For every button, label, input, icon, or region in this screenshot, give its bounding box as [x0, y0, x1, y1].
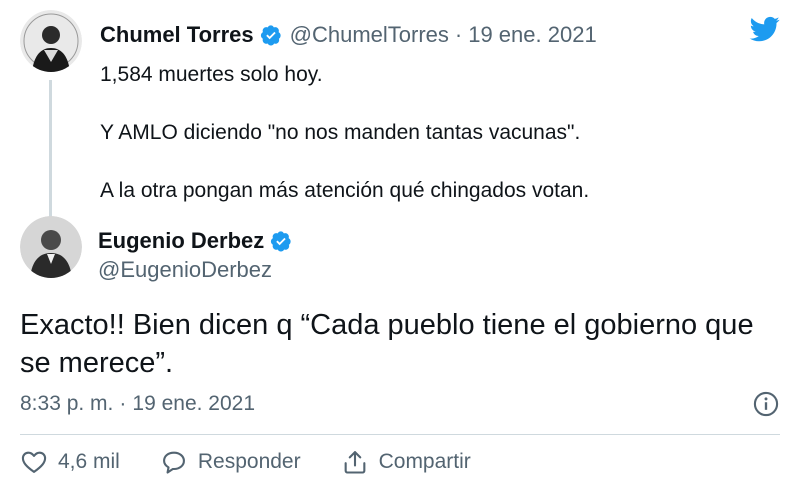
- avatar[interactable]: [20, 216, 82, 278]
- reply-label: Responder: [197, 450, 301, 473]
- reply-tweet-header: Eugenio Derbez: [98, 228, 292, 254]
- speech-bubble-icon: [162, 451, 185, 474]
- tweet-date[interactable]: 19 ene. 2021: [132, 392, 255, 416]
- tweet-date[interactable]: 19 ene. 2021: [468, 22, 596, 48]
- tweet-time[interactable]: 8:33 p. m.: [20, 392, 113, 416]
- thread-line: [49, 80, 52, 220]
- like-button[interactable]: 4,6 mil: [20, 448, 120, 476]
- parent-tweet-header: Chumel Torres @ChumelTorres · 19 ene. 20…: [100, 22, 597, 48]
- tweet-line: 1,584 muertes solo hoy.: [100, 63, 323, 86]
- author-handle[interactable]: @EugenioDerbez: [98, 257, 272, 283]
- tweet-line: A la otra pongan más atención qué chinga…: [100, 179, 590, 202]
- verified-badge-icon: [271, 231, 291, 252]
- share-label: Compartir: [378, 450, 471, 473]
- avatar[interactable]: [20, 10, 82, 72]
- reply-tweet-text: Exacto!! Bien dicen q “Cada pueblo tiene…: [20, 309, 754, 379]
- author-name[interactable]: Eugenio Derbez: [98, 228, 264, 254]
- info-icon[interactable]: [752, 390, 780, 418]
- author-name[interactable]: Chumel Torres: [100, 22, 254, 48]
- like-count: 4,6 mil: [58, 450, 120, 473]
- avatar-image: [20, 10, 82, 72]
- action-bar: 4,6 mil Responder Compartir: [20, 448, 511, 476]
- share-icon: [344, 451, 365, 474]
- tweet-line: Y AMLO diciendo "no nos manden tantas va…: [100, 121, 581, 144]
- parent-tweet-text: 1,584 muertes solo hoy. Y AMLO diciendo …: [100, 60, 740, 234]
- heart-icon: [21, 451, 47, 473]
- separator-dot: ·: [454, 22, 463, 47]
- verified-badge-icon: [260, 25, 281, 46]
- separator-dot: ·: [119, 392, 127, 415]
- avatar-image: [20, 216, 82, 278]
- author-handle[interactable]: @ChumelTorres: [290, 22, 449, 48]
- divider: [20, 434, 780, 435]
- twitter-bird-icon[interactable]: [747, 14, 783, 44]
- reply-button[interactable]: Responder: [160, 448, 301, 476]
- tweet-timestamp[interactable]: 8:33 p. m. · 19 ene. 2021: [20, 392, 255, 416]
- share-button[interactable]: Compartir: [341, 448, 471, 476]
